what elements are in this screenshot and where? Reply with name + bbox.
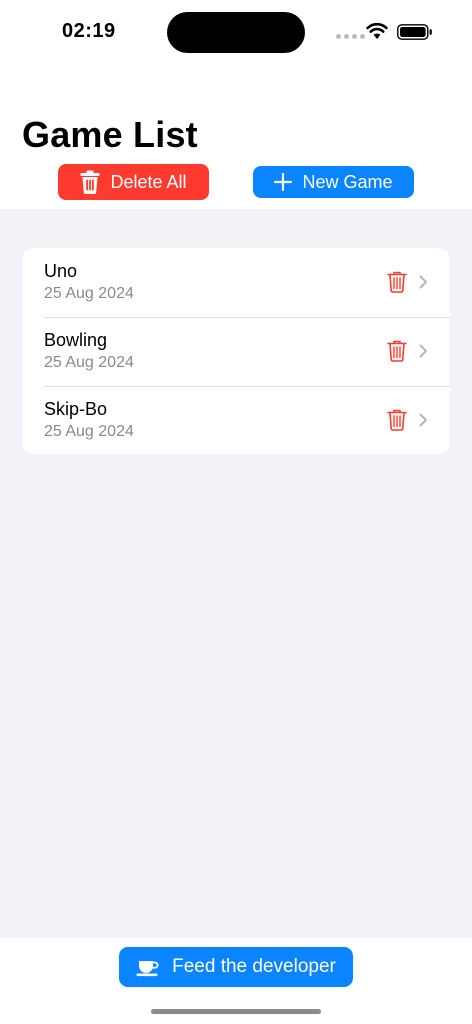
game-date: 25 Aug 2024	[44, 423, 134, 440]
page-title: Game List	[22, 114, 198, 155]
delete-all-label: Delete All	[110, 171, 187, 192]
bottom-bar: Feed the developer	[0, 938, 472, 1024]
game-row[interactable]: Skip-Bo 25 Aug 2024	[22, 386, 450, 455]
cellular-signal-icon	[336, 34, 365, 39]
dynamic-island	[167, 12, 305, 53]
header: Game List Delete All New Game	[0, 64, 472, 209]
chevron-right-icon	[419, 344, 427, 358]
feed-developer-label: Feed the developer	[172, 956, 336, 977]
game-name: Bowling	[44, 330, 108, 350]
game-date: 25 Aug 2024	[44, 285, 134, 302]
game-date: 25 Aug 2024	[44, 354, 134, 371]
trash-icon[interactable]	[387, 340, 407, 362]
delete-all-button[interactable]: Delete All	[58, 164, 209, 200]
status-time: 02:19	[62, 20, 116, 42]
new-game-button[interactable]: New Game	[253, 166, 414, 198]
status-bar: 02:19	[0, 0, 472, 64]
coffee-cup-icon	[136, 961, 159, 977]
game-name: Uno	[44, 261, 78, 281]
trash-icon[interactable]	[387, 409, 407, 431]
chevron-right-icon	[419, 413, 427, 427]
screen: 02:19 Game List Delete All New Game Uno …	[0, 0, 472, 1024]
game-row[interactable]: Bowling 25 Aug 2024	[22, 317, 450, 386]
home-indicator[interactable]	[151, 1009, 321, 1014]
new-game-label: New Game	[302, 171, 393, 192]
trash-icon	[80, 170, 100, 194]
chevron-right-icon	[419, 275, 427, 289]
feed-developer-button[interactable]: Feed the developer	[119, 947, 353, 987]
plus-icon	[274, 173, 293, 191]
wifi-icon	[366, 22, 388, 39]
game-name: Skip-Bo	[44, 399, 108, 419]
trash-icon[interactable]	[387, 271, 407, 293]
game-row[interactable]: Uno 25 Aug 2024	[22, 248, 450, 317]
battery-icon	[397, 24, 432, 40]
game-list: Uno 25 Aug 2024 Bowling 25 Aug 2024 Skip…	[22, 248, 450, 454]
